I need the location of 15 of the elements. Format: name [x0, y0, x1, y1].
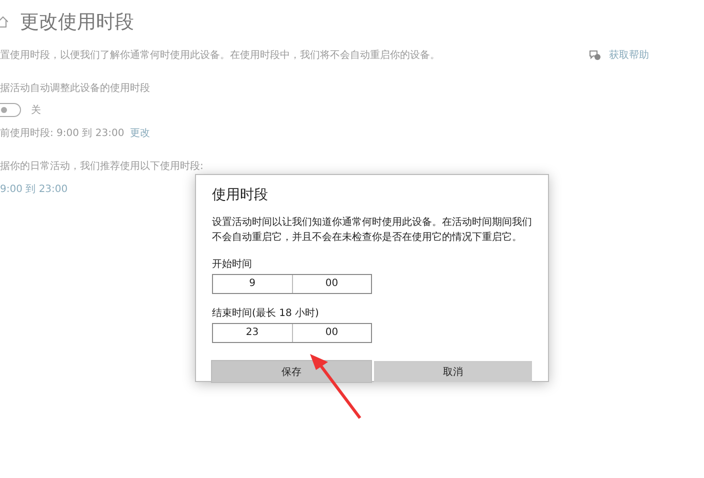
field-label: 结束时间(最长 18 小时) [212, 306, 320, 320]
field-label: 开始时间 [212, 258, 253, 271]
cancel-button[interactable]: 取消 [374, 361, 532, 382]
page-title: 更改使用时段 [20, 10, 134, 35]
recommend-label: 据你的日常活动，我们推荐使用以下使用时段: [0, 160, 204, 173]
dialog-title: 使用时段 [212, 186, 269, 204]
current-hours: 前使用时段: 9:00 到 23:00 [0, 126, 124, 140]
save-button[interactable]: 保存 [212, 361, 370, 382]
dialog-description: 设置活动时间以让我们知道你通常何时使用此设备。在活动时间期间我们不会自动重启它，并且不会在未检查你是否在使用它的情况下重启它。 [212, 216, 532, 245]
toggle-switch[interactable] [0, 103, 21, 117]
setting-label: 据活动自动调整此设备的使用时段 [0, 82, 151, 95]
chat-help-icon [589, 50, 601, 60]
toggle-state: 关 [31, 104, 41, 117]
description: 置使用时段，以便我们了解你通常何时使用此设备。在使用时段中，我们将不会自动重启你的设备。 [0, 48, 440, 62]
home-icon[interactable] [0, 16, 8, 28]
